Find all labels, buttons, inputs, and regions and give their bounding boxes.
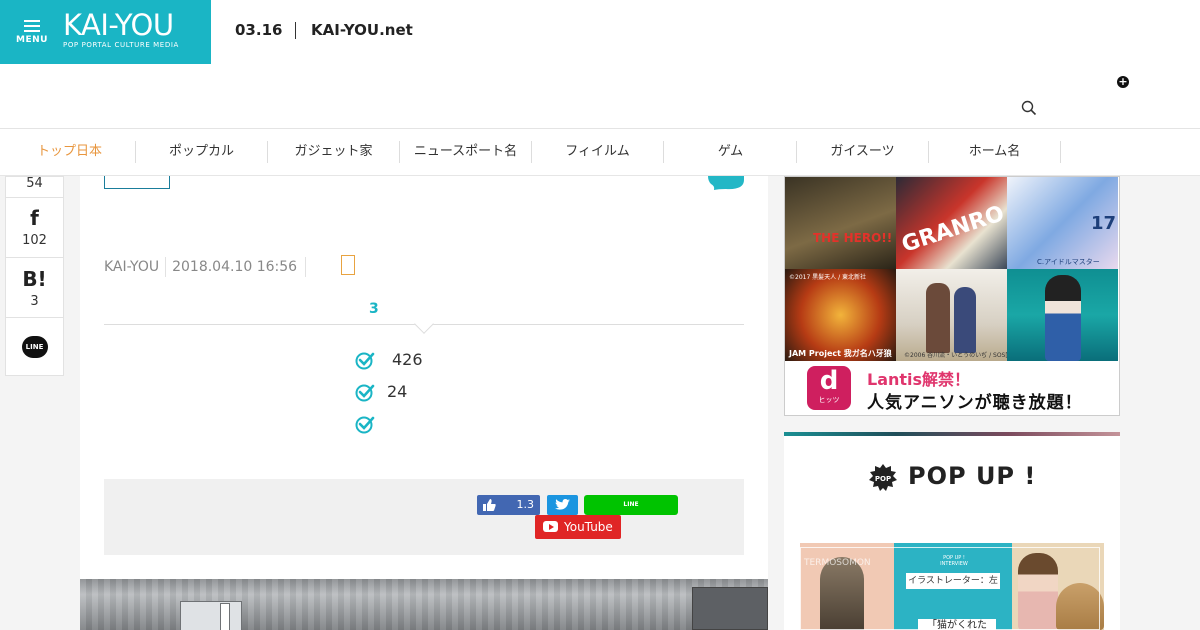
nav-item-news[interactable]: ニュースポート名: [400, 141, 532, 163]
ad-footer: d ヒッツ Lantis解禁！ 人気アニソンが聴き放題！: [785, 361, 1119, 415]
nav-item-film[interactable]: フィイルム: [532, 141, 664, 163]
divider-notch: [414, 314, 434, 334]
check-circle-icon: [355, 352, 375, 370]
share-total-count: 54: [26, 176, 43, 191]
popup-feature-image[interactable]: POP UP ! INTERVIEW TERMOSOMON イラストレーター：左…: [800, 543, 1104, 630]
ad-tile-caption: ©2017 黒髪天人 / 東北新社: [789, 274, 867, 281]
nav-item-home[interactable]: ホーム名: [929, 141, 1061, 163]
header-date: 03.16: [235, 22, 297, 39]
ad-tile-title: THE HERO!!: [813, 231, 893, 245]
author-name[interactable]: KAI-YOU: [104, 259, 159, 275]
ad-headline: Lantis解禁！: [867, 370, 971, 389]
ad-image-grid: THE HERO!! GRANRO 17 C.アイドルマスター ©2017 黒髪…: [785, 177, 1119, 361]
line-share-button[interactable]: LINE: [6, 318, 63, 375]
hatena-share-button[interactable]: B! 3: [6, 258, 63, 318]
search-icon[interactable]: [1021, 100, 1037, 116]
list-item-text[interactable]: 24: [387, 382, 407, 401]
nav-item-popculture[interactable]: ポップカル: [136, 141, 268, 163]
dhits-letter: d: [819, 366, 839, 396]
pop-badge-icon: POP: [869, 464, 897, 491]
youtube-subscribe-button[interactable]: YouTube: [535, 515, 621, 539]
twitter-share-button[interactable]: [547, 495, 578, 515]
banner-ad[interactable]: THE HERO!! GRANRO 17 C.アイドルマスター ©2017 黒髪…: [784, 176, 1120, 416]
hatena-count: 3: [30, 294, 39, 309]
menu-button[interactable]: MENU: [16, 18, 48, 48]
ad-character: [1045, 275, 1081, 361]
nav-item-top[interactable]: トップ日本: [4, 141, 136, 163]
feature-caption: イラストレーター：左: [906, 573, 1000, 589]
dhits-logo: d ヒッツ: [807, 366, 851, 410]
ad-tile: THE HERO!!: [785, 177, 896, 269]
hero-doorway: [692, 587, 768, 630]
twitter-bird-icon: [555, 499, 570, 510]
line-share-pill[interactable]: LINE: [584, 495, 678, 515]
facebook-count: 102: [22, 233, 47, 248]
category-nav: トップ日本 ポップカル ガジェット家 ニュースポート名 フィイルム ゲム ガイス…: [0, 129, 1200, 176]
brand-block: MENU KAI-YOU POP PORTAL CULTURE MEDIA: [0, 0, 211, 64]
hero-sign: [220, 603, 230, 630]
ad-tile: ©2017 黒髪天人 / 東北新社 JAM Project 我ガ名ハ牙狼: [785, 269, 896, 361]
ad-subheadline: 人気アニソンが聴き放題！: [867, 393, 1083, 413]
article-column: KAI-YOU 2018.04.10 16:56 3 426 24 1.3 LI…: [80, 176, 768, 630]
thumbs-up-icon: [483, 499, 496, 511]
ad-tile-caption: ©2006 谷川流・いとうのいぢ / SOS団: [904, 352, 1007, 359]
section-tab-number[interactable]: 3: [369, 301, 379, 317]
site-link[interactable]: KAI-YOU.net: [311, 22, 413, 39]
list-item-text[interactable]: 426: [392, 350, 423, 369]
line-icon: LINE: [21, 336, 48, 358]
popup-section: POP POP UP ! POP UP ! INTERVIEW TERMOSOM…: [784, 436, 1120, 630]
meta-divider: [305, 257, 307, 277]
ad-tile: [1007, 269, 1118, 361]
youtube-label: YouTube: [564, 520, 613, 534]
youtube-play-icon: [543, 521, 558, 532]
ad-tile-caption: C.アイドルマスター: [1037, 258, 1100, 266]
ad-tile-subtitle: JAM Project 我ガ名ハ牙狼: [789, 349, 892, 358]
ad-tile: ©2006 谷川流・いとうのいぢ / SOS団: [896, 269, 1007, 361]
ad-tile-title: 17: [1091, 213, 1117, 234]
feature-watermark: TERMOSOMON: [804, 558, 871, 568]
hatena-icon: B!: [22, 267, 47, 291]
like-count: 1.3: [516, 498, 535, 511]
share-total: 54: [6, 176, 63, 198]
share-rail: 54 f 102 B! 3 LINE: [5, 176, 64, 376]
facebook-like-button[interactable]: 1.3: [477, 495, 540, 515]
ad-tile-title: GRANRO: [898, 201, 1007, 258]
facebook-share-button[interactable]: f 102: [6, 198, 63, 258]
nav-item-game[interactable]: ゲム: [665, 141, 797, 163]
bookmark-icon[interactable]: [341, 255, 355, 275]
popup-title[interactable]: POP UP !: [908, 462, 1036, 490]
check-circle-icon: [355, 416, 375, 434]
nav-item-guide[interactable]: ガイスーツ: [797, 141, 929, 163]
comment-bubble-icon[interactable]: [708, 176, 744, 190]
ad-tile: 17 C.アイドルマスター: [1007, 177, 1118, 269]
dhits-label: ヒッツ: [818, 396, 840, 404]
feature-title: 「猫がくれた: [918, 619, 996, 630]
logo-tagline: POP PORTAL CULTURE MEDIA: [63, 41, 179, 49]
site-header: MENU KAI-YOU POP PORTAL CULTURE MEDIA 03…: [0, 0, 1200, 129]
facebook-icon: f: [30, 206, 39, 230]
article-hero-image: [80, 579, 768, 630]
menu-label: MENU: [16, 35, 48, 45]
ad-character: [954, 287, 976, 353]
site-logo[interactable]: KAI-YOU POP PORTAL CULTURE MEDIA: [63, 10, 179, 49]
check-circle-icon: [355, 384, 375, 402]
pop-badge-text: POP: [875, 475, 891, 483]
category-tag[interactable]: [104, 176, 170, 189]
nav-item-gadget[interactable]: ガジェット家: [268, 141, 400, 163]
share-box: 1.3 LINE YouTube: [104, 479, 744, 555]
logo-wordmark: KAI-YOU: [63, 8, 174, 42]
ad-tile: GRANRO: [896, 177, 1007, 269]
meta-divider: [165, 257, 167, 277]
publish-datetime: 2018.04.10 16:56: [172, 259, 298, 275]
ad-character: [926, 283, 950, 353]
hero-window: [180, 601, 242, 630]
hamburger-icon: [24, 20, 40, 32]
article-meta: KAI-YOU 2018.04.10 16:56: [104, 257, 312, 277]
plus-icon[interactable]: +: [1117, 76, 1129, 88]
